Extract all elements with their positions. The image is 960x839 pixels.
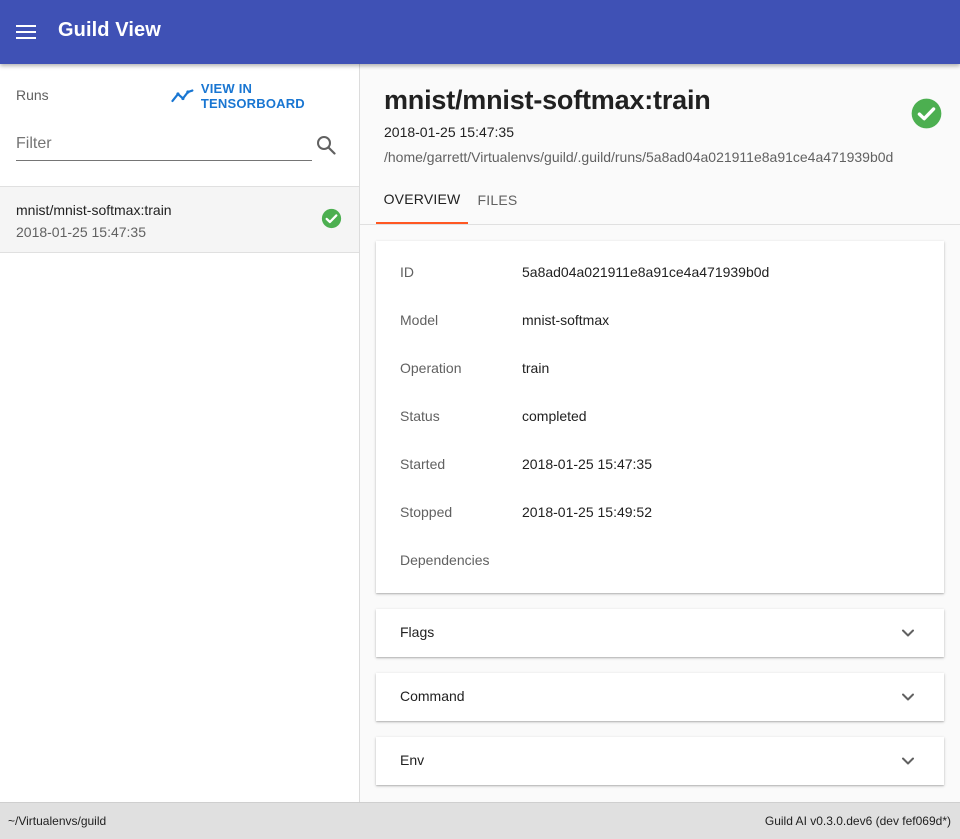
overview-key: Model xyxy=(400,312,439,328)
overview-row-started: Started 2018-01-25 15:47:35 xyxy=(400,456,930,476)
overview-key: ID xyxy=(400,264,414,280)
filter-field xyxy=(16,130,312,161)
menu-icon xyxy=(16,25,36,39)
overview-key: Status xyxy=(400,408,440,424)
view-in-tensorboard-label: VIEW IN TENSORBOARD xyxy=(200,81,305,111)
app-title: Guild View xyxy=(58,19,161,41)
view-in-tensorboard-link[interactable]: VIEW IN TENSORBOARD xyxy=(171,81,359,111)
run-path: /home/garrett/Virtualenvs/guild/.guild/r… xyxy=(384,149,894,165)
runs-label: Runs xyxy=(16,87,49,103)
overview-row-stopped: Stopped 2018-01-25 15:49:52 xyxy=(400,504,930,524)
filter-input[interactable] xyxy=(16,130,312,158)
overview-value: train xyxy=(522,360,550,376)
tab-overview[interactable]: OVERVIEW xyxy=(376,176,468,224)
env-panel[interactable]: Env xyxy=(376,737,944,785)
chevron-down-icon xyxy=(902,629,914,637)
app-bar: Guild View xyxy=(0,0,960,64)
runs-sidebar: Runs VIEW IN TENSORBOARD mnist/mnist-sof… xyxy=(0,64,360,802)
overview-key: Started xyxy=(400,456,446,472)
run-detail: mnist/mnist-softmax:train 2018-01-25 15:… xyxy=(360,64,960,802)
overview-row-operation: Operation train xyxy=(400,360,930,380)
run-item-name: mnist/mnist-softmax:train xyxy=(16,202,172,218)
search-icon xyxy=(317,136,336,155)
chevron-down-icon xyxy=(902,757,914,765)
overview-row-model: Model mnist-softmax xyxy=(400,312,930,332)
tab-files[interactable]: FILES xyxy=(468,176,527,224)
timeline-icon xyxy=(171,89,194,103)
overview-row-id: ID 5a8ad04a021911e8a91ce4a471939b0d xyxy=(400,264,930,284)
overview-value: 5a8ad04a021911e8a91ce4a471939b0d xyxy=(522,264,770,280)
panel-title: Flags xyxy=(400,624,435,640)
overview-value: 2018-01-25 15:47:35 xyxy=(522,456,652,472)
overview-value: 2018-01-25 15:49:52 xyxy=(522,504,652,520)
footer-path: ~/Virtualenvs/guild xyxy=(8,814,107,828)
overview-value: mnist-softmax xyxy=(522,312,610,328)
check-circle-icon xyxy=(321,208,342,229)
run-tabs: OVERVIEW FILES xyxy=(360,176,960,225)
search-button[interactable] xyxy=(313,132,339,158)
command-panel[interactable]: Command xyxy=(376,673,944,721)
overview-row-dependencies: Dependencies xyxy=(400,552,930,572)
run-title: mnist/mnist-softmax:train xyxy=(384,85,711,115)
panel-title: Env xyxy=(400,752,425,768)
check-circle-icon xyxy=(911,98,942,129)
run-item-date: 2018-01-25 15:47:35 xyxy=(16,224,146,240)
overview-row-status: Status completed xyxy=(400,408,930,428)
run-list-item[interactable]: mnist/mnist-softmax:train 2018-01-25 15:… xyxy=(0,186,359,253)
overview-value: completed xyxy=(522,408,587,424)
flags-panel[interactable]: Flags xyxy=(376,609,944,657)
menu-button[interactable] xyxy=(11,17,41,47)
status-footer: ~/Virtualenvs/guild Guild AI v0.3.0.dev6… xyxy=(0,802,960,839)
run-started: 2018-01-25 15:47:35 xyxy=(384,124,514,140)
overview-key: Stopped xyxy=(400,504,453,520)
overview-key: Operation xyxy=(400,360,462,376)
chevron-down-icon xyxy=(902,693,914,701)
panel-title: Command xyxy=(400,688,465,704)
overview-card: ID 5a8ad04a021911e8a91ce4a471939b0d Mode… xyxy=(376,241,944,593)
footer-version: Guild AI v0.3.0.dev6 (dev fef069d*) xyxy=(764,814,951,828)
overview-key: Dependencies xyxy=(400,552,490,568)
